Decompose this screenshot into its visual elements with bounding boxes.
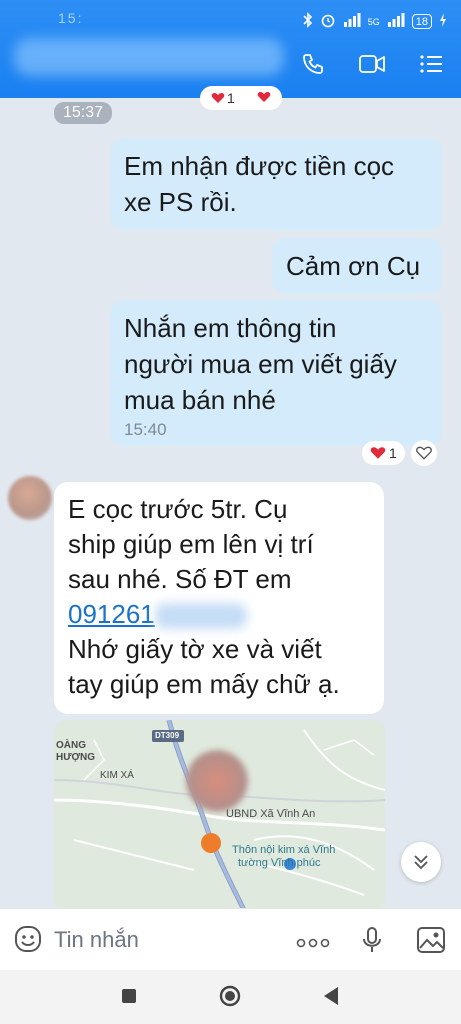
contact-name-blurred[interactable] bbox=[14, 38, 284, 76]
message-input[interactable]: Tin nhắn bbox=[54, 927, 139, 953]
message-bubble-outgoing[interactable]: Cảm ơn Cụ bbox=[272, 238, 442, 294]
map-roads bbox=[54, 720, 385, 910]
message-composer: Tin nhắn bbox=[0, 908, 461, 971]
message-text-line: Nhắn em thông tin bbox=[124, 313, 337, 343]
message-text-line: mua bán nhé bbox=[124, 385, 276, 415]
double-chevron-down-icon bbox=[414, 855, 428, 870]
message-text-line: xe PS rồi. bbox=[124, 187, 237, 217]
alarm-icon bbox=[320, 12, 336, 31]
phone-number-line: 091261 bbox=[68, 597, 370, 632]
message-text-line: người mua em viết giấy bbox=[124, 349, 397, 379]
reaction-count: 1 bbox=[227, 90, 235, 106]
back-icon[interactable] bbox=[322, 986, 340, 1011]
reaction-row: 1 bbox=[362, 440, 437, 466]
contact-avatar[interactable] bbox=[8, 476, 52, 520]
phone-number-blurred bbox=[154, 603, 247, 630]
map-place-label: KIM XÁ bbox=[100, 770, 134, 781]
heart-reaction: 1 bbox=[211, 90, 235, 106]
message-bubble-outgoing[interactable]: Em nhận được tiền cọc xe PS rồi. bbox=[110, 138, 442, 230]
home-icon[interactable] bbox=[219, 985, 241, 1012]
more-options-icon[interactable] bbox=[296, 935, 330, 953]
time-divider: 15:37 bbox=[54, 102, 113, 124]
map-place-label: OÀNG bbox=[56, 740, 86, 751]
road-label: DT309 bbox=[155, 731, 180, 740]
video-call-icon[interactable] bbox=[359, 53, 385, 75]
location-map-preview[interactable]: DT309 OÀNG HƯỢNG KIM XÁ UBND Xã Vĩnh An … bbox=[54, 720, 385, 910]
battery-level: 18 bbox=[415, 15, 428, 28]
add-reaction-button[interactable] bbox=[410, 440, 437, 466]
message-time: 15:40 bbox=[124, 420, 167, 439]
menu-icon[interactable] bbox=[419, 54, 443, 74]
charging-icon bbox=[439, 13, 447, 30]
signal-icon bbox=[343, 13, 361, 30]
heart-outline-icon bbox=[415, 446, 432, 460]
message-text-line: ship giúp em lên vị trí bbox=[68, 529, 314, 559]
system-nav-bar bbox=[0, 970, 461, 1024]
map-poi-label: UBND Xã Vĩnh An bbox=[226, 808, 316, 820]
message-text-line: sau nhé. Số ĐT em bbox=[68, 564, 292, 594]
message-text-line: E cọc trước 5tr. Cụ bbox=[68, 494, 288, 524]
battery-icon: 18 bbox=[411, 14, 432, 29]
heart-reaction-icon bbox=[370, 447, 386, 459]
message-text-line: Nhớ giấy tờ xe và viết bbox=[68, 634, 322, 664]
message-text-line: Em nhận được tiền cọc bbox=[124, 151, 395, 181]
message-text: Cảm ơn Cụ bbox=[286, 251, 421, 281]
microphone-icon[interactable] bbox=[362, 926, 382, 959]
emoji-icon[interactable] bbox=[14, 925, 42, 958]
bluetooth-icon bbox=[303, 12, 313, 31]
reaction-bar-top[interactable]: 1 bbox=[200, 86, 282, 110]
map-place-label: HƯỢNG bbox=[56, 752, 96, 763]
heart-icon[interactable] bbox=[257, 90, 271, 106]
status-bar: 5G 18 bbox=[303, 12, 447, 31]
message-text-line: tay giúp em mấy chữ ạ. bbox=[68, 669, 340, 699]
reaction-count: 1 bbox=[389, 445, 397, 461]
reaction-pill[interactable]: 1 bbox=[362, 441, 405, 465]
network-type: 5G bbox=[367, 16, 380, 27]
phone-number-link[interactable]: 091261 bbox=[68, 599, 155, 629]
status-time: 15: bbox=[58, 10, 84, 26]
message-bubble-incoming[interactable]: E cọc trước 5tr. Cụ ship giúp em lên vị … bbox=[54, 482, 384, 714]
phone-icon[interactable] bbox=[301, 52, 325, 76]
image-icon[interactable] bbox=[416, 926, 446, 959]
signal-icon-2 bbox=[387, 13, 405, 30]
map-poi-label: tường Vĩnh phúc bbox=[238, 857, 321, 869]
message-bubble-outgoing[interactable]: Nhắn em thông tin người mua em viết giấy… bbox=[110, 300, 442, 446]
map-pin-blurred bbox=[186, 750, 248, 812]
map-poi-label: Thôn nội kim xá Vĩnh bbox=[232, 844, 336, 856]
scroll-to-bottom-button[interactable] bbox=[401, 842, 441, 882]
chat-header: 15: 5G 18 bbox=[0, 0, 461, 98]
recent-apps-icon[interactable] bbox=[121, 988, 137, 1009]
